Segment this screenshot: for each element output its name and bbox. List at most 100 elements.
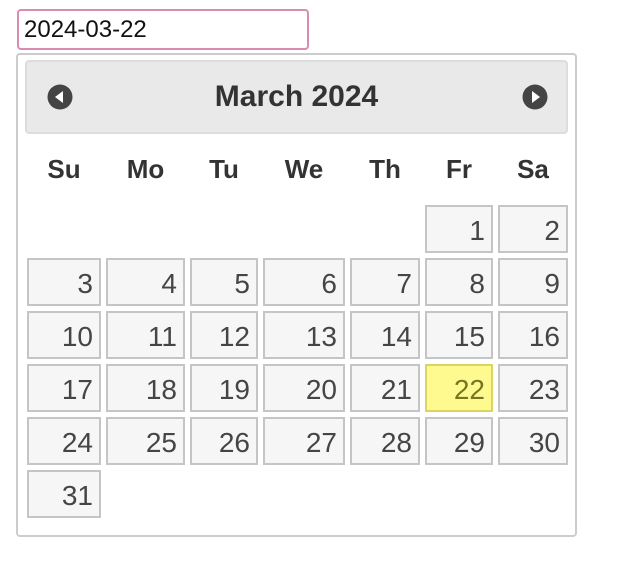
day-button[interactable]: 13	[263, 311, 345, 359]
calendar-cell: 22	[425, 364, 493, 412]
weekday-label: Fr	[446, 153, 472, 184]
day-button[interactable]: 11	[106, 311, 185, 359]
calendar-cell: 21	[350, 364, 420, 412]
calendar-cell: 20	[263, 364, 345, 412]
empty-day-slot	[350, 470, 420, 518]
calendar-cell: 23	[498, 364, 568, 412]
calendar-cell: 17	[27, 364, 101, 412]
calendar-cell: 28	[350, 417, 420, 465]
calendar-cell: 5	[190, 258, 258, 306]
calendar-cell	[263, 470, 345, 518]
day-button[interactable]: 18	[106, 364, 185, 412]
day-button[interactable]: 5	[190, 258, 258, 306]
calendar-cell: 14	[350, 311, 420, 359]
day-button[interactable]: 30	[498, 417, 568, 465]
calendar-cell: 12	[190, 311, 258, 359]
calendar-cell: 3	[27, 258, 101, 306]
day-button[interactable]: 3	[27, 258, 101, 306]
calendar-cell	[190, 205, 258, 253]
day-button[interactable]: 14	[350, 311, 420, 359]
calendar-cell: 18	[106, 364, 185, 412]
day-button[interactable]: 26	[190, 417, 258, 465]
day-button[interactable]: 21	[350, 364, 420, 412]
weekday-label: Mo	[126, 153, 165, 184]
calendar-cell	[350, 470, 420, 518]
calendar-cell: 27	[263, 417, 345, 465]
empty-day-slot	[190, 205, 258, 253]
calendar-week-row: 31	[27, 470, 568, 518]
calendar-cell: 6	[263, 258, 345, 306]
day-button[interactable]: 24	[27, 417, 101, 465]
calendar-week-row: 12	[27, 205, 568, 253]
day-button[interactable]: 9	[498, 258, 568, 306]
day-button[interactable]: 15	[425, 311, 493, 359]
calendar-cell: 15	[425, 311, 493, 359]
calendar-cell: 30	[498, 417, 568, 465]
triangle-right-circle-icon	[522, 84, 548, 110]
day-button[interactable]: 20	[263, 364, 345, 412]
weekday-label: Su	[47, 153, 81, 184]
day-button[interactable]: 6	[263, 258, 345, 306]
empty-day-slot	[106, 470, 185, 518]
empty-day-slot	[27, 205, 101, 253]
calendar-cell: 26	[190, 417, 258, 465]
calendar-cell: 9	[498, 258, 568, 306]
weekday-header-row: Su Mo Tu We Th Fr Sa	[27, 138, 568, 200]
day-button[interactable]: 16	[498, 311, 568, 359]
day-button[interactable]: 10	[27, 311, 101, 359]
calendar-cell: 13	[263, 311, 345, 359]
calendar-week-row: 17 18 19 20 21 22 23	[27, 364, 568, 412]
month-year-title: March 2024	[214, 80, 379, 113]
day-button[interactable]: 29	[425, 417, 493, 465]
day-button[interactable]: 28	[350, 417, 420, 465]
calendar-cell	[425, 470, 493, 518]
calendar-cell: 7	[350, 258, 420, 306]
calendar-cell: 16	[498, 311, 568, 359]
calendar-cell: 24	[27, 417, 101, 465]
empty-day-slot	[263, 205, 345, 253]
calendar-grid: Su Mo Tu We Th Fr Sa 1 2 3 4 5 6 7 8 9 10 11 12 13 14…	[22, 133, 573, 523]
empty-day-slot	[498, 470, 568, 518]
day-button[interactable]: 1	[425, 205, 493, 253]
weekday-label: Sa	[517, 153, 549, 184]
empty-day-slot	[190, 470, 258, 518]
day-button[interactable]: 19	[190, 364, 258, 412]
date-input[interactable]	[17, 9, 309, 50]
calendar-week-row: 24 25 26 27 28 29 30	[27, 417, 568, 465]
calendar-cell: 25	[106, 417, 185, 465]
day-button[interactable]: 7	[350, 258, 420, 306]
datepicker-header: March 2024	[25, 60, 568, 134]
calendar-cell	[498, 470, 568, 518]
weekday-label: We	[284, 153, 324, 184]
day-button[interactable]: 17	[27, 364, 101, 412]
calendar-week-row: 10 11 12 13 14 15 16	[27, 311, 568, 359]
day-button[interactable]: 23	[498, 364, 568, 412]
calendar-cell: 4	[106, 258, 185, 306]
next-month-button[interactable]	[522, 84, 548, 110]
calendar-cell: 8	[425, 258, 493, 306]
day-button[interactable]: 25	[106, 417, 185, 465]
calendar-cell	[350, 205, 420, 253]
empty-day-slot	[106, 205, 185, 253]
calendar-cell: 1	[425, 205, 493, 253]
calendar-cell	[106, 205, 185, 253]
calendar-cell: 31	[27, 470, 101, 518]
calendar-cell	[106, 470, 185, 518]
calendar-cell	[263, 205, 345, 253]
calendar-cell: 2	[498, 205, 568, 253]
calendar-cell: 11	[106, 311, 185, 359]
day-button[interactable]: 8	[425, 258, 493, 306]
empty-day-slot	[425, 470, 493, 518]
weekday-label: Th	[369, 153, 401, 184]
day-button[interactable]: 2	[498, 205, 568, 253]
empty-day-slot	[263, 470, 345, 518]
calendar-cell: 10	[27, 311, 101, 359]
calendar-cell	[190, 470, 258, 518]
day-button[interactable]: 12	[190, 311, 258, 359]
day-button[interactable]: 27	[263, 417, 345, 465]
weekday-label: Tu	[209, 153, 239, 184]
day-button[interactable]: 31	[27, 470, 101, 518]
day-button[interactable]: 4	[106, 258, 185, 306]
selected-day-button[interactable]: 22	[425, 364, 493, 412]
datepicker-popup: March 2024 Su Mo Tu We Th Fr Sa 12345678…	[16, 53, 577, 537]
